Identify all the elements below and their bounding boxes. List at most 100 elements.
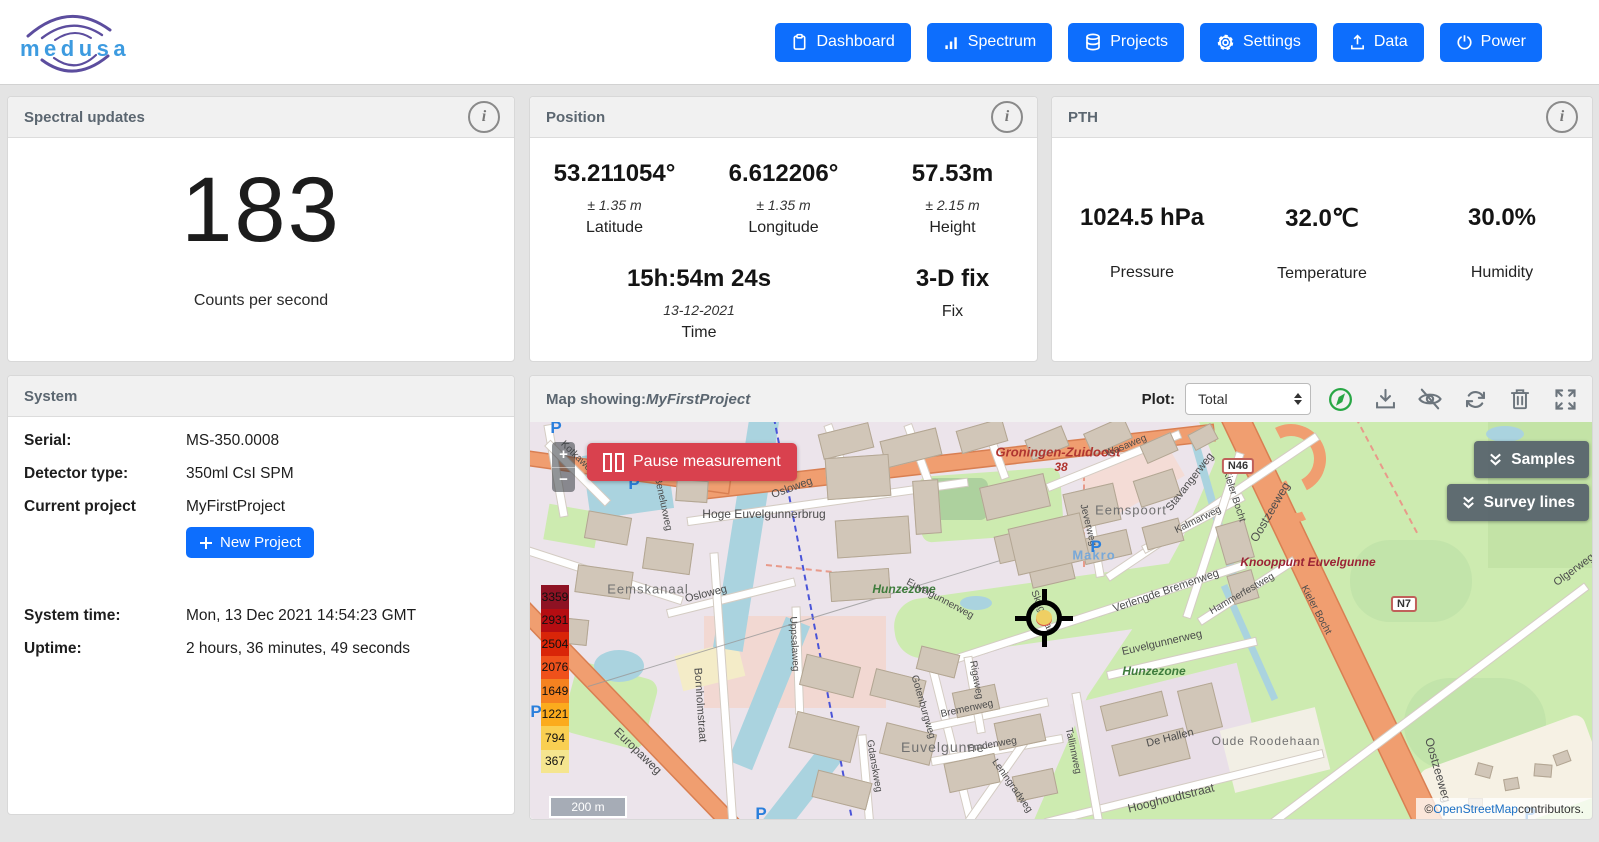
zoom-out-button[interactable]: − — [552, 468, 575, 493]
parking-icon: P — [755, 804, 766, 819]
map-card-header: Map showing: MyFirstProject Plot: Total — [530, 376, 1592, 423]
info-icon[interactable]: i — [991, 101, 1023, 133]
pressure-label: Pressure — [1052, 264, 1232, 282]
legend-cell: 2076 — [541, 656, 569, 680]
height-metric: 57.53m ± 2.15 m Height — [868, 160, 1037, 237]
uptime-row: Uptime: 2 hours, 36 minutes, 49 seconds — [24, 640, 410, 658]
compass-icon[interactable] — [1325, 384, 1355, 414]
temperature-label: Temperature — [1232, 265, 1412, 283]
map-canvas[interactable]: Groningen-Zuidoost38Hoge Euvelgunnerbrug… — [530, 422, 1592, 819]
card-header: Spectral updates i — [8, 97, 514, 138]
samples-toggle-button[interactable]: Samples — [1474, 441, 1589, 478]
power-icon — [1456, 33, 1473, 51]
fix-metric: 3-D fix Fix — [868, 265, 1037, 342]
nav-settings-button[interactable]: Settings — [1200, 23, 1317, 62]
card-title: System — [24, 388, 77, 405]
plot-selected-value: Total — [1198, 391, 1228, 407]
nav-power-button[interactable]: Power — [1440, 23, 1542, 62]
road-shield: N46 — [1222, 458, 1254, 474]
plus-icon — [199, 536, 213, 550]
pause-label: Pause measurement — [633, 453, 781, 471]
map-label: 38 — [1054, 460, 1067, 474]
upload-icon — [1349, 33, 1366, 51]
eye-off-icon[interactable] — [1415, 384, 1445, 414]
trash-icon[interactable] — [1505, 384, 1535, 414]
card-header: System — [8, 376, 514, 417]
top-bar: medusa Dashboard Spectrum Projects Setti… — [0, 0, 1599, 85]
project-row: Current project MyFirstProject — [24, 498, 285, 516]
spectral-updates-card: Spectral updates i 183 Counts per second — [7, 96, 515, 362]
legend-cell: 367 — [541, 750, 569, 774]
nav-data-button[interactable]: Data — [1333, 23, 1424, 62]
pressure-metric: 1024.5 hPa Pressure — [1052, 204, 1232, 283]
map-label: Eemspoort — [1095, 503, 1167, 518]
card-title: Position — [546, 109, 605, 126]
logo-text: medusa — [20, 36, 130, 61]
map-building — [788, 711, 859, 763]
card-header: Position i — [530, 97, 1037, 138]
system-time-label: System time: — [24, 607, 186, 625]
road-shield: N7 — [1391, 596, 1417, 612]
parking-icon: P — [530, 702, 541, 722]
refresh-icon[interactable] — [1460, 384, 1490, 414]
map-building — [835, 515, 911, 558]
nav-label: Projects — [1110, 33, 1168, 51]
survey-lines-label: Survey lines — [1484, 494, 1575, 512]
survey-lines-toggle-button[interactable]: Survey lines — [1447, 484, 1589, 521]
map-title-project: MyFirstProject — [646, 391, 750, 408]
openstreetmap-link[interactable]: OpenStreetMap — [1433, 802, 1518, 816]
pause-icon — [603, 453, 624, 472]
legend-cell: 794 — [541, 726, 569, 750]
height-value: 57.53m — [868, 160, 1037, 188]
card-title: PTH — [1068, 109, 1098, 126]
map-building — [1503, 777, 1520, 791]
parking-icon: P — [550, 422, 561, 438]
new-project-button[interactable]: New Project — [186, 527, 314, 558]
legend-cell: 2504 — [541, 632, 569, 656]
zoom-in-button[interactable]: + — [552, 442, 575, 468]
uptime-value: 2 hours, 36 minutes, 49 seconds — [186, 640, 410, 658]
detector-value: 350ml CsI SPM — [186, 465, 294, 483]
nav-label: Dashboard — [816, 33, 894, 51]
pause-measurement-button[interactable]: Pause measurement — [587, 443, 797, 481]
map-label: Oude Roodehaan — [1212, 734, 1321, 748]
attribution-suffix: contributors. — [1518, 802, 1584, 816]
project-value: MyFirstProject — [186, 498, 285, 516]
dashboard-page: medusa Dashboard Spectrum Projects Setti… — [0, 0, 1599, 842]
expand-icon[interactable] — [1550, 384, 1580, 414]
clipboard-icon — [791, 33, 808, 51]
gear-icon — [1216, 33, 1235, 52]
plot-select[interactable]: Total — [1185, 383, 1311, 415]
uptime-label: Uptime: — [24, 640, 186, 658]
fix-label: Fix — [868, 303, 1037, 321]
time-date: 13-12-2021 — [530, 302, 868, 318]
database-icon — [1084, 33, 1102, 51]
nav-projects-button[interactable]: Projects — [1068, 23, 1184, 62]
map-attribution: © OpenStreetMap contributors. — [1416, 798, 1592, 819]
latitude-value: 53.211054° — [530, 160, 699, 188]
project-label: Current project — [24, 498, 186, 516]
map-label: Knooppunt Euvelgunne — [1240, 555, 1375, 569]
serial-row: Serial: MS-350.0008 — [24, 432, 279, 450]
download-icon[interactable] — [1370, 384, 1400, 414]
map-label: Euvelgunne — [901, 739, 985, 755]
nav-spectrum-button[interactable]: Spectrum — [927, 23, 1052, 62]
map-building — [675, 479, 708, 503]
temperature-value: 32.0℃ — [1232, 204, 1412, 233]
medusa-logo: medusa — [14, 6, 134, 78]
map-building — [1533, 763, 1552, 778]
info-icon[interactable]: i — [468, 101, 500, 133]
nav-dashboard-button[interactable]: Dashboard — [775, 23, 910, 62]
info-icon[interactable]: i — [1546, 101, 1578, 133]
map-zoom-control: + − — [552, 442, 575, 492]
latitude-error: ± 1.35 m — [530, 197, 699, 213]
counts-color-legend: 335929312504207616491221794367 — [541, 585, 569, 773]
pth-card: PTH i 1024.5 hPa Pressure 32.0℃ Temperat… — [1051, 96, 1593, 362]
plot-label: Plot: — [1142, 391, 1175, 408]
humidity-label: Humidity — [1412, 264, 1592, 282]
time-label: Time — [530, 324, 868, 342]
longitude-metric: 6.612206° ± 1.35 m Longitude — [699, 160, 868, 237]
nav-label: Settings — [1243, 33, 1301, 51]
samples-label: Samples — [1511, 451, 1575, 469]
serial-value: MS-350.0008 — [186, 432, 279, 450]
